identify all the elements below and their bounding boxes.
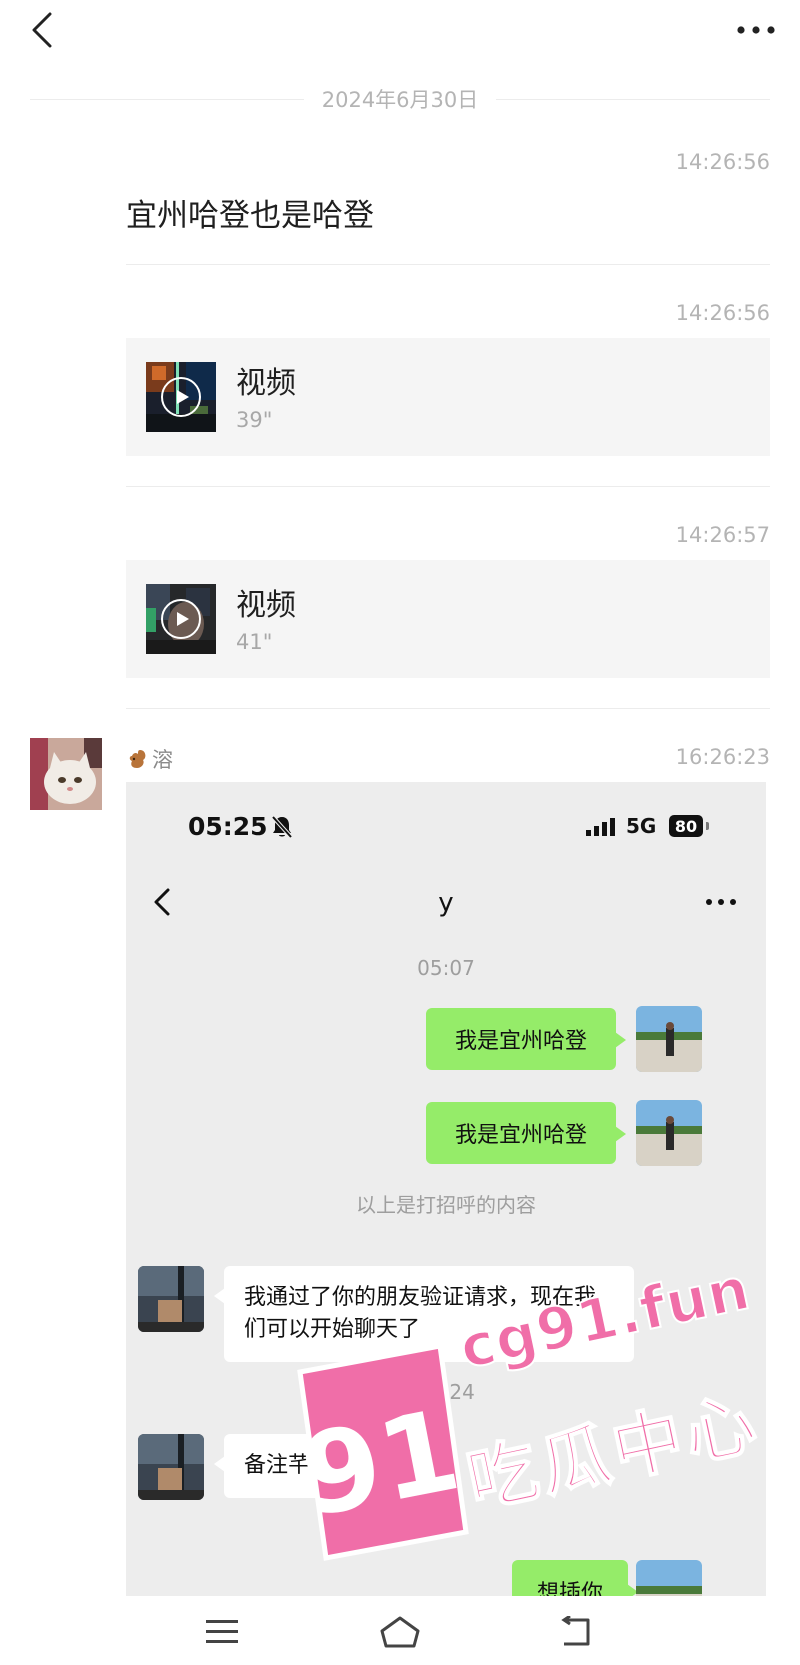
divider-line [30,98,304,100]
message-time: 14:26:57 [675,523,770,547]
menu-lines-icon [206,1620,238,1643]
message-time: 16:26:23 [675,745,770,769]
sender-name: 溶 [126,744,173,774]
watermark-badge-icon: 91 [291,1343,469,1561]
greeting-hint: 以上是打招呼的内容 [356,1193,536,1217]
battery-indicator: 80 [669,815,703,837]
video-thumbnail [146,584,216,654]
text-message[interactable]: 宜州哈登也是哈登 [126,190,374,235]
home-icon [380,1616,420,1648]
date-divider: 2024年6月30日 [30,84,770,114]
outgoing-bubble: 我是宜州哈登 [426,1102,626,1164]
contact-avatar [138,1434,204,1500]
sender-name-text: 溶 [152,748,173,772]
video-label: 视频 [236,588,296,623]
video-duration: 41" [236,630,273,654]
video-message[interactable]: 视频 41" [126,560,770,678]
more-dots-icon [706,899,736,905]
home-button[interactable] [370,1610,430,1654]
contact-avatar [138,1266,204,1332]
separator [126,708,770,709]
self-avatar [636,1100,702,1166]
outgoing-bubble: 我是宜州哈登 [426,1008,626,1070]
video-message[interactable]: 视频 39" [126,338,770,456]
more-button[interactable] [732,8,780,52]
system-nav-bar [0,1596,800,1665]
return-arrow-icon [561,1616,590,1646]
separator [126,486,770,487]
chevron-left-icon [32,12,52,48]
divider-line [496,98,770,100]
play-icon [161,599,201,639]
video-duration: 39" [236,408,273,432]
date-label: 2024年6月30日 [321,88,479,112]
menu-button[interactable] [192,1610,252,1654]
separator [126,264,770,265]
top-bar [0,0,800,70]
network-label: 5G [626,814,657,838]
signal-icon [586,818,615,836]
video-label: 视频 [236,366,296,401]
message-time: 14:26:56 [675,301,770,325]
mute-bell-icon [271,815,293,839]
more-dots-icon [737,26,775,34]
chat-timestamp: 05:07 [417,956,475,980]
back-nav-button[interactable] [548,1610,608,1654]
sender-avatar[interactable] [30,738,102,810]
self-avatar [636,1560,702,1596]
chat-title: y [438,888,454,918]
outgoing-bubble: 想插你 [512,1560,638,1596]
back-button[interactable] [22,8,62,52]
video-thumbnail [146,362,216,432]
status-time: 05:25 [188,812,268,841]
squirrel-emoji-icon [129,750,146,768]
message-time: 14:26:56 [675,150,770,174]
play-icon [161,377,201,417]
battery-tip [706,822,709,830]
self-avatar [636,1006,702,1072]
